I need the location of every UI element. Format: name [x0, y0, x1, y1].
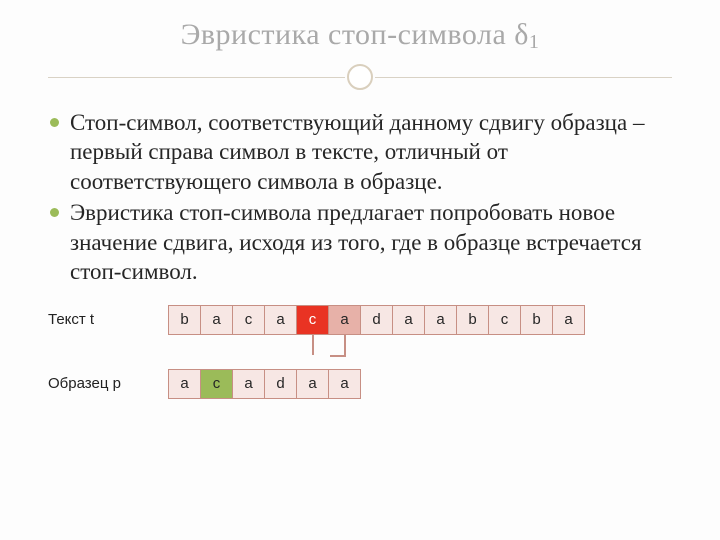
- cell: c: [232, 305, 265, 335]
- cell: c: [200, 369, 233, 399]
- pattern-row: Образец p acadaa: [48, 369, 672, 399]
- cell: a: [328, 305, 361, 335]
- pattern-cells: acadaa: [168, 369, 361, 399]
- cell: a: [328, 369, 361, 399]
- cell: b: [456, 305, 489, 335]
- cell: a: [424, 305, 457, 335]
- cell: c: [296, 305, 329, 335]
- cell: a: [168, 369, 201, 399]
- bullet-list: Стоп-символ, соответствующий данному сдв…: [48, 108, 672, 287]
- cell: a: [200, 305, 233, 335]
- cell: d: [360, 305, 393, 335]
- cell: b: [520, 305, 553, 335]
- text-row: Текст t bacacadaabcba: [48, 305, 672, 335]
- cell: a: [264, 305, 297, 335]
- cell: d: [264, 369, 297, 399]
- text-cells: bacacadaabcba: [168, 305, 585, 335]
- text-row-label: Текст t: [48, 311, 168, 328]
- slide-title: Эвристика стоп-символа δ1: [48, 18, 672, 54]
- cell: a: [296, 369, 329, 399]
- cell: a: [392, 305, 425, 335]
- match-connectors: [168, 335, 672, 369]
- bullet-item: Стоп-символ, соответствующий данному сдв…: [48, 108, 672, 196]
- cell: b: [168, 305, 201, 335]
- bullet-item: Эвристика стоп-символа предлагает попроб…: [48, 198, 672, 286]
- cell: a: [232, 369, 265, 399]
- title-subscript: 1: [529, 31, 540, 53]
- cell: c: [488, 305, 521, 335]
- pattern-row-label: Образец p: [48, 375, 168, 392]
- title-ornament: [48, 64, 672, 90]
- title-main: Эвристика стоп-символа δ: [181, 18, 529, 51]
- cell: a: [552, 305, 585, 335]
